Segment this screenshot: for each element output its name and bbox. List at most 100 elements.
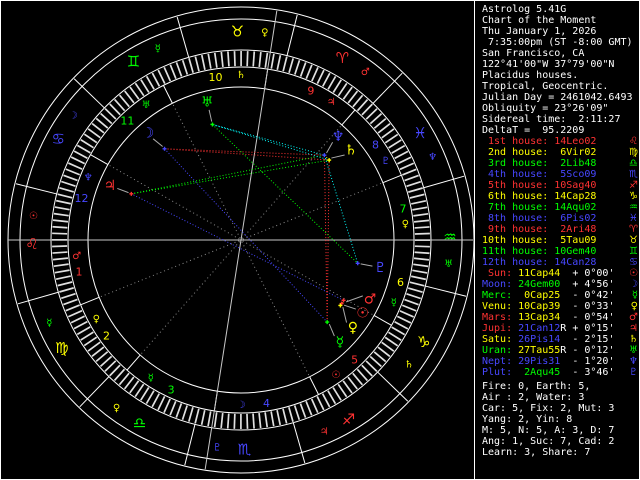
house-ruler-sun-icon: ☉: [331, 370, 340, 381]
satu-icon: ♄: [629, 334, 638, 345]
stat-line: Car: 5, Fix: 2, Mut: 3: [482, 403, 615, 414]
sign-icon: ♏: [629, 169, 638, 180]
mars-icon: ♂: [364, 292, 377, 308]
merc-icon: ☿: [336, 334, 345, 350]
aspect-opposition: [164, 148, 328, 323]
jupi-icon: ♃: [629, 323, 638, 334]
sign-icon: ♊: [629, 246, 638, 257]
ruler-mars-icon: ♂: [361, 67, 370, 78]
house-ruler-satu-icon: ♄: [237, 70, 246, 81]
merc-position-dot: [325, 320, 330, 325]
house-number-4: 4: [263, 397, 270, 410]
aspect-trine: [131, 154, 325, 195]
sign-scorpio-icon: ♏: [238, 440, 252, 458]
house-row: 8th house: 6Pis02 ♓: [482, 213, 638, 224]
house-ruler-mars-icon: ♂: [72, 251, 81, 262]
stat-line: Air : 2, Water: 3: [482, 392, 585, 403]
house-number-10: 10: [209, 71, 223, 84]
house-row: 6th house: 14Cap28 ♑: [482, 191, 638, 202]
house-ruler-venu-icon: ♀: [93, 314, 100, 325]
house-number-5: 5: [351, 354, 358, 367]
uran-icon: ♅: [201, 95, 214, 111]
stat-line: Ang: 1, Suc: 7, Cad: 2: [482, 436, 615, 447]
house-number-1: 1: [76, 265, 83, 278]
panel-divider: [474, 1, 475, 479]
houses-table: 1st house: 14Leo02 ♌ 2nd house: 6Vir02 ♍ 3…: [482, 136, 638, 268]
planet-row: Venu: 10Cap39 - 0°33' ♀: [482, 301, 638, 312]
header-line: Chart of the Moment: [482, 15, 597, 26]
jupi-position-dot: [129, 191, 134, 196]
aspect-sextile: [212, 123, 325, 156]
house-row: 7th house: 14Aqu02 ♒: [482, 202, 638, 213]
stat-line: Yang: 2, Yin: 8: [482, 414, 573, 425]
ruler-jupi-icon: ♃: [320, 427, 329, 438]
chart-header: Astrolog 5.41G Chart of the Moment Thu Jan…: [482, 4, 638, 136]
sign-icon: ♍: [629, 147, 638, 158]
house-number-3: 3: [168, 383, 175, 396]
satu-position-dot: [327, 158, 332, 163]
planet-row: Plut: 2Aqu45 - 3°46' ♇: [482, 367, 638, 378]
header-line: Tropical, Geocentric.: [482, 81, 609, 92]
merc-icon: ☿: [631, 290, 638, 301]
plut-icon: ♇: [374, 260, 387, 276]
header-line: Astrolog 5.41G: [482, 4, 567, 15]
header-line: DeltaT = 95.2209: [482, 125, 585, 136]
planet-row: Jupi: 21Can12 R + 0°15' ♃: [482, 323, 638, 334]
house-row: 2nd house: 6Vir02 ♍: [482, 147, 638, 158]
ruler-moon-icon: ☽: [69, 111, 78, 122]
aspect-square: [323, 155, 328, 323]
sign-aquarius-icon: ♒: [443, 228, 456, 246]
ruler-satu-icon: ♄: [404, 359, 413, 370]
sign-sagittarius-icon: ♐: [342, 411, 355, 429]
sign-aries-icon: ♈: [336, 49, 349, 67]
venu-icon: ♀: [348, 320, 358, 336]
house-ruler-jupi-icon: ♃: [327, 97, 336, 108]
house-number-9: 9: [307, 85, 314, 98]
stat-line: Fire: 0, Earth: 5,: [482, 381, 591, 392]
header-line: Sidereal time: 2:11:27: [482, 114, 621, 125]
aspect-square: [326, 160, 330, 323]
house-ruler-uran-icon: ♅: [142, 100, 151, 111]
header-line: 122°41'00"W 37°79'00"N: [482, 59, 615, 70]
house-row: 1st house: 14Leo02 ♌: [482, 136, 638, 147]
sign-icon: ♒: [629, 202, 638, 213]
house-row: 9th house: 2Ari48 ♈: [482, 224, 638, 235]
venu-icon: ♀: [630, 301, 638, 312]
sun-icon: ☉: [629, 268, 638, 279]
header-line: 7:35:00pm (ST -8:00 GMT): [482, 37, 633, 48]
ruler-venu-icon: ♀: [113, 403, 120, 414]
sign-cancer-icon: ♋: [52, 130, 65, 148]
stats-block: Fire: 0, Earth: 5, Air : 2, Water: 3 Car: …: [482, 381, 638, 458]
aspect-sextile: [212, 124, 330, 161]
house-number-12: 12: [74, 192, 88, 205]
planet-row: Merc: 0Cap25 - 0°42' ☿: [482, 290, 638, 301]
nept-icon: ♆: [629, 356, 638, 367]
jupi-icon: ♃: [104, 178, 117, 194]
sign-gemini-icon: ♊: [127, 52, 140, 70]
chart-wheel: ♈♂♉ ♀♊☿♋☽♌☉♍☿♎♀♏♇♐♃♑♄♒♅♓♆1♂2♀3☿4☽5☉6☿7♀8♇…: [7, 6, 475, 474]
planet-row: Uran: 27Tau55 R - 0°12' ♅: [482, 345, 638, 356]
sign-icon: ♑: [629, 191, 638, 202]
house-ruler-nept-icon: ♆: [84, 173, 93, 184]
house-number-11: 11: [120, 114, 134, 127]
house-row: 3rd house: 2Lib48 ♎: [482, 158, 638, 169]
ruler-uran-icon: ♅: [444, 259, 453, 270]
ruler-nept-icon: ♆: [428, 152, 437, 163]
sun-icon: ☉: [356, 306, 369, 322]
ruler-plut-icon: ♇: [213, 443, 222, 454]
house-row: 4th house: 5Sco09 ♏: [482, 169, 638, 180]
planet-row: Nept: 29Pis31 - 1°20' ♆: [482, 356, 638, 367]
planet-row: Satu: 26Pis14 - 2°15' ♄: [482, 334, 638, 345]
house-row: 12th house: 14Can28 ♋: [482, 257, 638, 268]
header-line: San Francisco, CA: [482, 48, 585, 59]
stat-line: M: 5, N: 5, A: 3, D: 7: [482, 425, 615, 436]
sign-libra-icon: ♎: [133, 414, 146, 432]
house-row: 10th house: 5Tau09 ♉: [482, 235, 638, 246]
house-number-7: 7: [399, 203, 406, 216]
info-panel: Astrolog 5.41G Chart of the Moment Thu Jan…: [482, 4, 638, 458]
ruler-venu-icon: ♀: [261, 27, 268, 38]
sign-icon: ♋: [629, 257, 638, 268]
satu-icon: ♄: [344, 142, 357, 158]
header-line: Thu January 1, 2026: [482, 26, 597, 37]
sign-taurus-icon: ♉: [231, 23, 244, 41]
